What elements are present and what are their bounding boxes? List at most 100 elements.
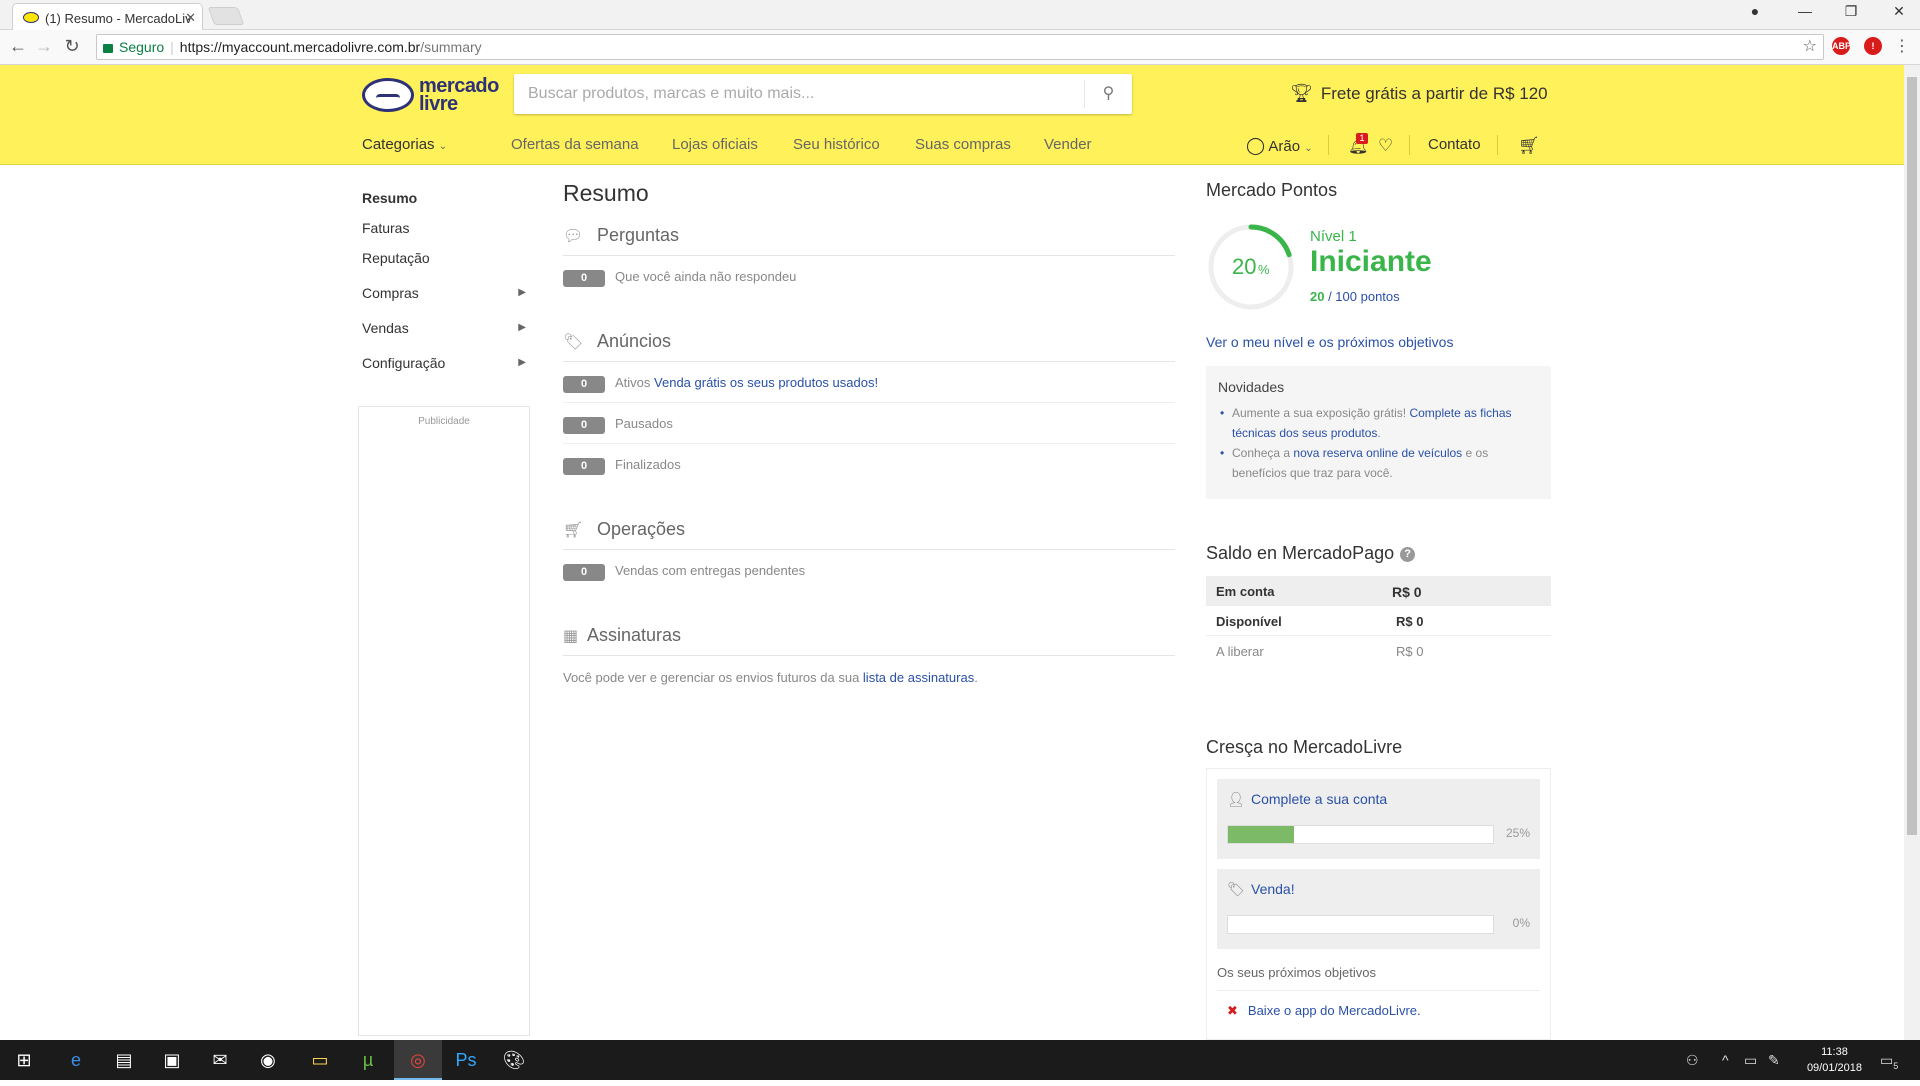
forward-icon[interactable]: → [32,36,56,57]
sidebar-item-faturas[interactable]: Faturas [362,220,532,250]
speech-bubbles-icon: 💬︎ [563,228,584,245]
list-item[interactable]: 0 Ativos Venda grátis os seus produtos us… [563,362,1175,403]
url-bar[interactable]: Seguro | https://myaccount.mercadolivre.co… [96,34,1824,60]
sidebar-item-vendas[interactable]: Vendas ▶ [362,320,532,355]
profile-icon[interactable]: ● [1740,3,1770,19]
trophy-icon: 🏆︎ [1290,83,1313,103]
lock-icon [103,44,113,53]
chevron-right-icon: ▶ [518,322,526,333]
nav-link-ofertas[interactable]: Ofertas da semana [511,136,639,153]
categories-menu[interactable]: Categorias ⌄ [362,136,447,153]
nav-link-vender[interactable]: Vender [1044,136,1092,153]
nav-link-lojas[interactable]: Lojas oficiais [672,136,758,153]
sell-free-link[interactable]: Venda grátis os seus produtos usados! [654,375,878,390]
photoshop-icon[interactable]: Ps [442,1040,490,1080]
count-badge: 0 [563,270,605,287]
help-icon[interactable]: ? [1400,547,1416,562]
mercadolivre-logo[interactable]: mercado livre [362,75,502,115]
sidebar-item-configuracao[interactable]: Configuração ▶ [362,355,532,385]
tag-icon: 🏷︎ [1227,881,1245,897]
clock[interactable]: 11:38 09/01/2018 [1807,1044,1862,1076]
nav-link-historico[interactable]: Seu histórico [793,136,880,153]
chevron-right-icon: ▶ [518,357,526,368]
people-icon[interactable]: ⚇ [1686,1040,1699,1080]
scrollbar-thumb[interactable] [1907,77,1917,835]
site-header: mercado livre Buscar produtos, marcas e m… [0,65,1904,165]
bookmark-star-icon[interactable]: ☆ [1803,35,1817,59]
points-count: 20 / 100 pontos [1310,289,1400,304]
browser-menu-icon[interactable]: ⋮ [1894,36,1910,56]
news-box: Novidades Aumente a sua exposição grátis… [1206,366,1551,499]
cart-icon: 🛒︎ [563,522,584,539]
notification-badge: 1 [1356,133,1368,144]
cart-icon[interactable]: 🛒︎ [1518,136,1540,156]
goal-percent: 0% [1512,916,1530,930]
tag-icon: 🏷︎ [563,334,584,351]
level-objectives-link[interactable]: Ver o meu nível e os próximos objetivos [1206,334,1453,350]
nav-link-compras[interactable]: Suas compras [915,136,1011,153]
categories-label: Categorias [362,136,435,153]
x-icon: ✖ [1227,1003,1238,1018]
notification-center-icon[interactable]: ▭5 [1880,1040,1898,1086]
pen-icon[interactable]: ✎ [1768,1040,1780,1080]
edge-icon[interactable]: e [52,1040,100,1080]
grow-title: Cresça no MercadoLivre [1206,737,1403,757]
browser-tab[interactable]: (1) Resumo - MercadoLiv ✕ [12,3,203,30]
points-gauge: 20 % [1208,224,1294,310]
table-row: Em conta R$ 0 [1206,576,1551,606]
steam-icon[interactable]: ◉ [244,1040,292,1080]
goal-title[interactable]: Venda! [1251,881,1295,897]
listings-section: 🏷︎ Anúncios 0 Ativos Venda grátis os seus … [563,327,1175,485]
summary-main: Resumo 💬︎ Perguntas 0 Que você ainda não r… [563,180,1175,715]
network-icon[interactable]: ▭ [1744,1040,1757,1080]
chrome-icon[interactable]: ◎ [394,1040,442,1080]
level-name: Iniciante [1310,245,1432,278]
vehicle-reservation-link[interactable]: nova reserva online de veículos [1293,446,1462,460]
contact-link[interactable]: Contato [1428,136,1481,153]
utorrent-icon[interactable]: µ [344,1040,392,1080]
windows-start-icon[interactable]: ⊞ [0,1040,48,1080]
back-icon[interactable]: ← [6,36,30,57]
goal-card[interactable]: 👤︎ Complete a sua conta 25% [1217,779,1540,859]
paint-icon[interactable]: 🎨︎ [490,1040,538,1080]
operations-title: Operações [597,519,686,539]
sidebar-item-resumo[interactable]: Resumo [362,190,532,220]
minimize-button[interactable]: — [1790,3,1820,19]
restore-button[interactable]: ❐ [1836,3,1866,20]
next-goal-item[interactable]: ✖ Baixe o app do MercadoLivre. [1217,991,1540,1019]
user-menu[interactable]: ◯ Arão ⌄ [1246,136,1313,156]
progress-bar [1227,825,1494,844]
heart-icon[interactable]: ♡ [1378,136,1393,156]
list-item[interactable]: 0 Que você ainda não respondeu [563,256,1175,297]
new-tab-button[interactable] [207,7,245,25]
goal-title[interactable]: Complete a sua conta [1251,791,1387,807]
account-sidebar: Resumo Faturas Reputação Compras ▶ Vendas… [362,190,532,385]
goal-card[interactable]: 🏷︎ Venda! 0% [1217,869,1540,949]
count-badge: 0 [563,564,605,581]
logo-line2: livre [419,93,458,115]
list-item[interactable]: 0 Pausados [563,403,1175,444]
questions-section: 💬︎ Perguntas 0 Que você ainda não responde… [563,221,1175,297]
close-tab-icon[interactable]: ✕ [185,10,196,26]
subscriptions-link[interactable]: lista de assinaturas [863,670,974,685]
sidebar-item-reputacao[interactable]: Reputação [362,250,532,285]
mail-icon[interactable]: ✉ [196,1040,244,1080]
tray-chevron-icon[interactable]: ^ [1722,1040,1729,1080]
free-shipping-promo[interactable]: 🏆︎ Frete grátis a partir de R$ 120 [1290,83,1548,104]
file-explorer-icon[interactable]: ▭ [296,1040,344,1080]
adblock-extension-icon[interactable]: ABP [1832,37,1851,55]
reload-icon[interactable]: ↻ [60,36,84,57]
search-icon[interactable]: ⚲ [1084,80,1132,108]
store-icon[interactable]: ▣ [148,1040,196,1080]
close-window-button[interactable]: ✕ [1884,3,1914,20]
calendar-icon: ▦ [563,628,579,645]
page-scrollbar[interactable] [1904,65,1920,1040]
notepad-icon[interactable]: ▤ [100,1040,148,1080]
search-placeholder: Buscar produtos, marcas e muito mais... [528,85,815,102]
list-item[interactable]: 0 Finalizados [563,444,1175,485]
sidebar-item-compras[interactable]: Compras ▶ [362,285,532,320]
search-input[interactable]: Buscar produtos, marcas e muito mais... … [514,74,1132,114]
extension-icon[interactable]: ! [1864,37,1882,55]
handshake-logo-icon [362,78,414,112]
list-item[interactable]: 0 Vendas com entregas pendentes [563,550,1175,591]
